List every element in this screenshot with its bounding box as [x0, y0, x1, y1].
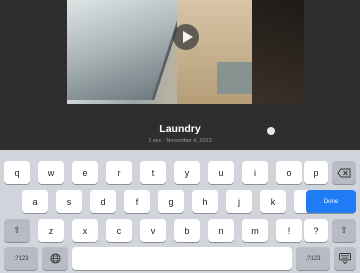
shadow-image	[252, 0, 304, 104]
key-b[interactable]: b	[174, 219, 200, 242]
backspace-key[interactable]	[332, 161, 356, 184]
key-k[interactable]: k	[260, 190, 286, 213]
onscreen-keyboard: q w e r t y u i o p a s d f g h j k l Do…	[0, 150, 360, 273]
backspace-icon	[337, 168, 351, 177]
space-bar[interactable]	[72, 247, 292, 270]
info-icon[interactable]	[267, 127, 275, 135]
key-e[interactable]: e	[72, 161, 98, 184]
keyboard-dismiss-key[interactable]	[334, 247, 356, 270]
key-r[interactable]: r	[106, 161, 132, 184]
globe-key[interactable]	[42, 247, 68, 270]
key-n[interactable]: n	[208, 219, 234, 242]
key-d[interactable]: d	[90, 190, 116, 213]
washing-machine-image	[67, 0, 190, 100]
done-button[interactable]: Done	[306, 190, 356, 213]
key-x[interactable]: x	[72, 219, 98, 242]
key-y[interactable]: y	[174, 161, 200, 184]
shift-key-right[interactable]: ⇧	[332, 219, 356, 242]
key-o[interactable]: o	[276, 161, 302, 184]
globe-icon	[49, 253, 61, 264]
key-h[interactable]: h	[192, 190, 218, 213]
key-q[interactable]: q	[4, 161, 30, 184]
shift-icon: ⇧	[340, 225, 348, 236]
keyboard-dismiss-icon	[339, 253, 351, 264]
play-icon	[182, 31, 193, 43]
numbers-key-left[interactable]: .?123	[4, 247, 38, 270]
key-f[interactable]: f	[124, 190, 150, 213]
key-m[interactable]: m	[242, 219, 268, 242]
key-c[interactable]: c	[106, 219, 132, 242]
key-t[interactable]: t	[140, 161, 166, 184]
key-g[interactable]: g	[158, 190, 184, 213]
key-u[interactable]: u	[208, 161, 234, 184]
play-button[interactable]	[173, 24, 199, 50]
video-subtitle: 1 sec · November 4, 2013	[148, 138, 212, 144]
shift-icon: ⇧	[13, 225, 21, 236]
key-w[interactable]: w	[38, 161, 64, 184]
key-question[interactable]: ?	[304, 219, 328, 242]
key-p[interactable]: p	[304, 161, 328, 184]
video-thumbnail[interactable]	[67, 0, 304, 104]
key-a[interactable]: a	[22, 190, 48, 213]
key-exclamation[interactable]: !	[276, 219, 302, 242]
key-j[interactable]: j	[226, 190, 252, 213]
key-i[interactable]: i	[242, 161, 268, 184]
key-s[interactable]: s	[56, 190, 82, 213]
key-z[interactable]: z	[38, 219, 64, 242]
shift-key-left[interactable]: ⇧	[4, 219, 30, 242]
numbers-key-right[interactable]: .?123	[296, 247, 330, 270]
key-v[interactable]: v	[140, 219, 166, 242]
media-area: Laundry 1 sec · November 4, 2013	[0, 0, 360, 150]
video-title: Laundry	[159, 123, 201, 135]
